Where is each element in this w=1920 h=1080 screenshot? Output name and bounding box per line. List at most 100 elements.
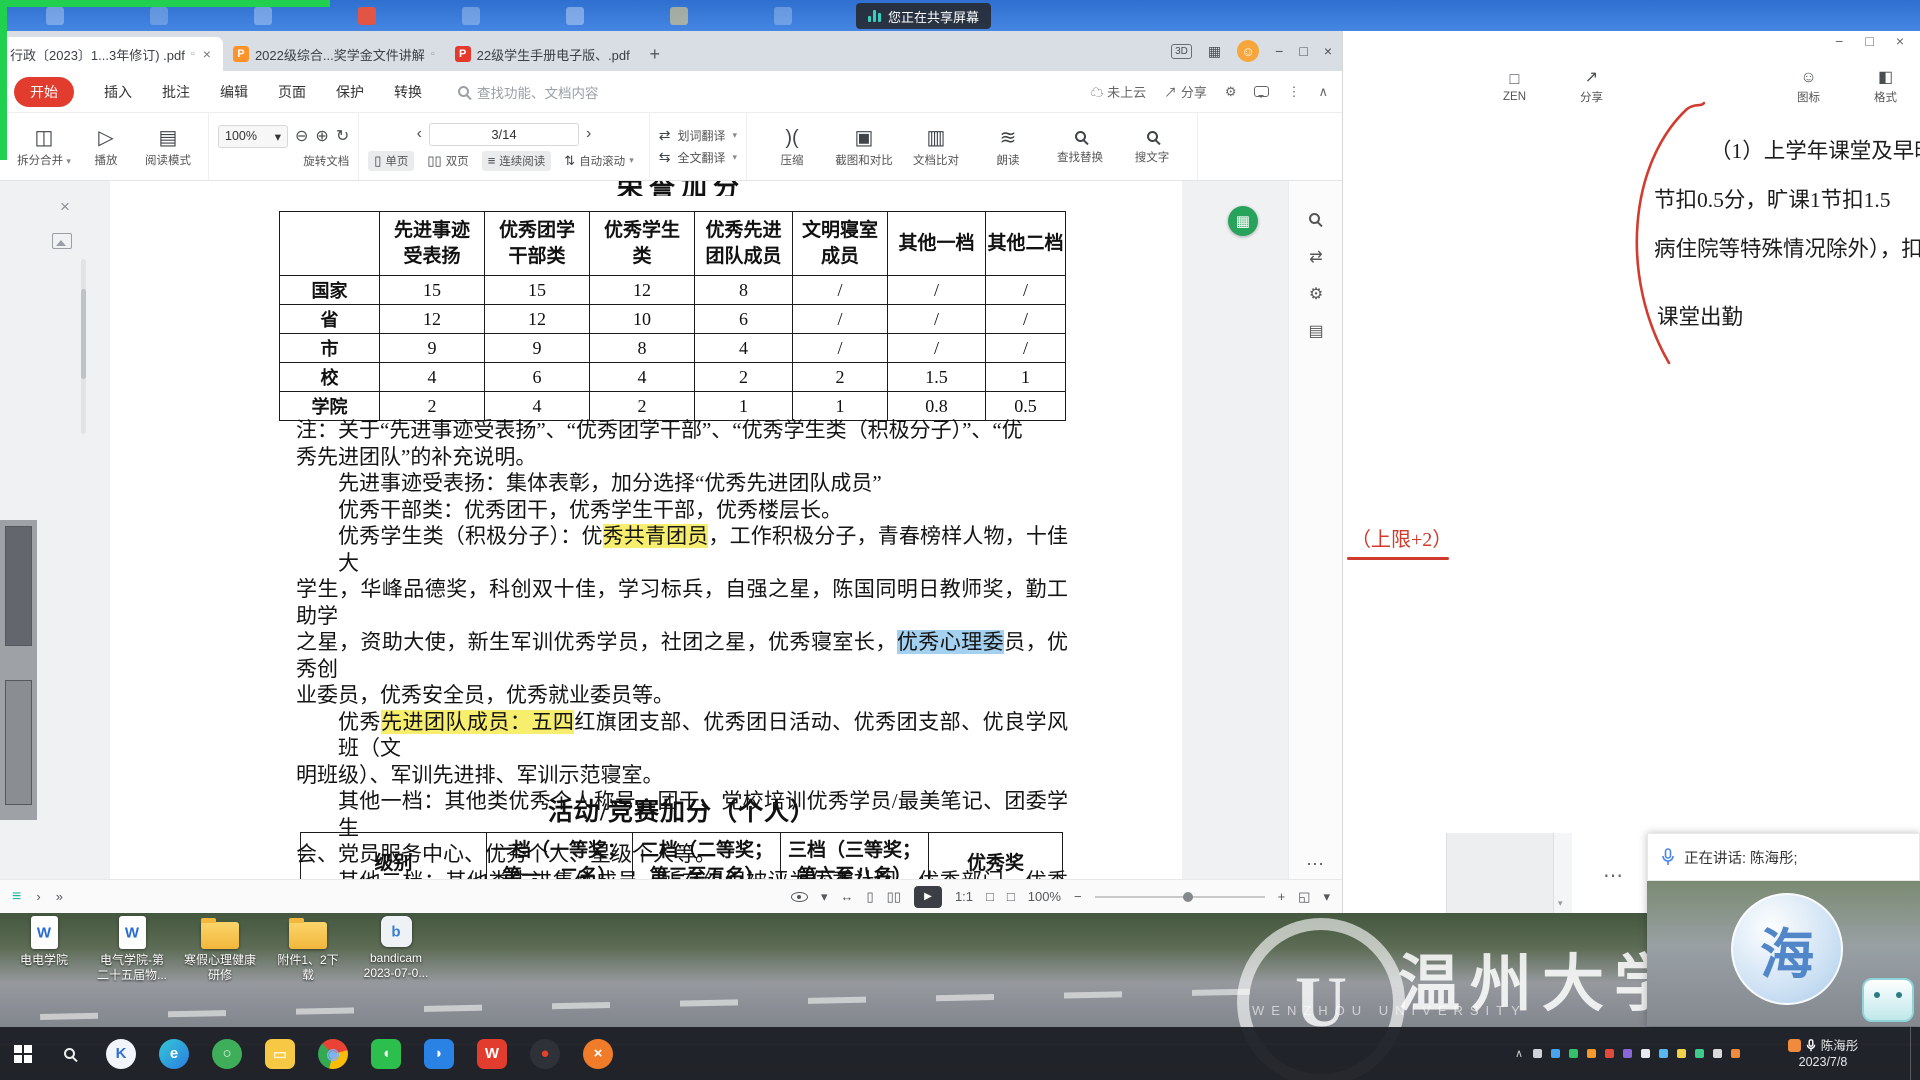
zoom-out-icon[interactable]: −	[1074, 889, 1082, 904]
collapse-ribbon-icon[interactable]: ∧	[1318, 84, 1328, 100]
tray-icon[interactable]	[1641, 1049, 1650, 1058]
prev-page-icon[interactable]: ‹	[417, 125, 422, 143]
double-page-icon[interactable]: ▯▯	[887, 889, 901, 905]
chevron-down-icon[interactable]: ▾	[821, 889, 828, 905]
show-desktop-button[interactable]	[1910, 1027, 1920, 1080]
find-replace-button[interactable]: 查找替换	[1044, 129, 1116, 165]
taskbar-app-green-browser[interactable]: ○	[212, 1039, 242, 1069]
tray-icon[interactable]	[1659, 1049, 1668, 1058]
rotate-label[interactable]: 旋转文档	[303, 153, 349, 169]
more-tools-icon[interactable]: ⋯	[1289, 854, 1342, 875]
doc-compare-button[interactable]: ▥ 文档比对	[900, 126, 972, 168]
menu-item[interactable]: 转换	[394, 82, 422, 102]
presentation-play-button[interactable]: ▶	[914, 886, 942, 908]
desktop-icon-bandicam[interactable]: b bandicam 2023-07-0...	[352, 916, 440, 1026]
fullscreen-icon[interactable]: ◱	[1298, 889, 1310, 905]
icon-button[interactable]: ☺ 图标	[1797, 68, 1820, 105]
double-page-mode[interactable]: ▯▯ 双页 ▾	[421, 151, 474, 171]
desktop-shortcut-icon[interactable]	[670, 7, 688, 25]
panel-scrollbar[interactable]	[81, 259, 86, 434]
desktop-shortcut-icon[interactable]	[358, 7, 376, 25]
document-tab[interactable]: P 2022级综合...奖学金文件讲解 ▫ ×	[223, 37, 445, 71]
image-panel-icon[interactable]	[52, 233, 72, 249]
split-merge-button[interactable]: ◫ 拆分合并 ▾	[13, 126, 75, 168]
chevron-down-icon[interactable]: ▾	[1323, 889, 1330, 905]
menu-item-home[interactable]: 开始	[14, 77, 74, 107]
compress-button[interactable]: )( 压缩	[756, 126, 828, 168]
tray-icon[interactable]	[1695, 1049, 1704, 1058]
taskbar-app-edge[interactable]: e	[159, 1039, 189, 1069]
close-icon[interactable]: ×	[1324, 43, 1332, 59]
minimize-icon[interactable]: −	[1835, 33, 1843, 49]
taskbar-app-wechat[interactable]: ◖	[371, 1039, 401, 1069]
zen-mode-button[interactable]: □ ZEN	[1503, 70, 1526, 103]
eye-icon[interactable]	[791, 892, 808, 902]
rotate-icon[interactable]: ↻	[336, 126, 349, 146]
desktop-icon-diandian-xueyu[interactable]: W 电电学院	[0, 916, 88, 1026]
annotate-icon[interactable]: ▤	[1289, 321, 1342, 341]
share-button[interactable]: ↗ 分享	[1164, 82, 1207, 101]
desktop-shortcut-icon[interactable]	[462, 7, 480, 25]
full-translate-button[interactable]: ⇆ 全文翻译 ▾	[659, 149, 737, 166]
maximize-icon[interactable]: □	[1865, 33, 1873, 49]
tray-icon[interactable]	[1605, 1049, 1614, 1058]
desktop-shortcut-icon[interactable]	[254, 7, 272, 25]
status-last-icon[interactable]: »	[56, 889, 63, 904]
menu-item[interactable]: 编辑	[220, 82, 248, 102]
tab-pin-icon[interactable]: ▫	[431, 48, 435, 60]
meeting-speaker-chip[interactable]: 陈海彤	[1758, 1038, 1888, 1054]
tray-icon[interactable]	[1569, 1049, 1578, 1058]
tray-icon[interactable]	[1731, 1049, 1740, 1058]
user-avatar[interactable]: ☺	[1237, 40, 1259, 62]
tray-expand-icon[interactable]: ∧	[1515, 1047, 1523, 1060]
desktop-icon-dianqi-xueyuan[interactable]: W 电气学院-第 二十五届物...	[88, 916, 176, 1026]
taskbar-app-file-explorer[interactable]: ▭	[265, 1039, 295, 1069]
single-page-icon[interactable]: ▯	[866, 889, 873, 905]
start-button[interactable]	[0, 1027, 46, 1080]
settings-gear-icon[interactable]: ⚙	[1225, 84, 1237, 100]
zoom-select[interactable]: 100%▾	[218, 125, 288, 148]
menu-item[interactable]: 页面	[278, 82, 306, 102]
status-next-icon[interactable]: ›	[36, 889, 40, 904]
tab-pin-icon[interactable]: ▫	[191, 48, 195, 60]
screenshot-compare-button[interactable]: ▣ 截图和对比	[828, 126, 900, 168]
single-page-mode[interactable]: ▯ 单页 ▾	[368, 151, 414, 171]
read-mode-button[interactable]: ▤ 阅读模式 ▾	[137, 126, 199, 168]
play-button[interactable]: ▷ 播放 ▾	[75, 126, 137, 168]
taskbar-app-k-browser[interactable]: K	[106, 1039, 136, 1069]
find-icon[interactable]	[1309, 213, 1320, 224]
tray-icon[interactable]	[1587, 1049, 1596, 1058]
3d-layout-icon[interactable]: 3D	[1171, 44, 1192, 59]
tab-grid-icon[interactable]: ▦	[1208, 43, 1221, 60]
thumbnail-panel[interactable]	[0, 520, 37, 820]
desktop-shortcut-icon[interactable]	[774, 7, 792, 25]
fit-width-icon[interactable]: ↔	[840, 889, 853, 904]
desktop-icon-hanjia-xinli[interactable]: 寒假心理健康 研修	[176, 916, 264, 1026]
zoom-in-icon[interactable]: +	[1278, 889, 1286, 904]
menu-item[interactable]: 保护	[336, 82, 364, 102]
zoom-in-icon[interactable]: ⊕	[315, 126, 328, 146]
next-page-icon[interactable]: ›	[586, 125, 591, 143]
document-tab[interactable]: 行政〔2023〕1...3年修订) .pdf ▫ ×	[0, 37, 223, 71]
zoom-level[interactable]: 100%	[1028, 889, 1061, 904]
table-tool-badge[interactable]: ▦	[1228, 206, 1258, 236]
auto-scroll-mode[interactable]: ⇅ 自动滚动 ▾	[558, 151, 639, 171]
read-aloud-button[interactable]: ≋ 朗读	[972, 126, 1044, 168]
taskbar-app-wps[interactable]: W	[477, 1039, 507, 1069]
translate-icon[interactable]: ⇄	[1289, 247, 1342, 267]
participant-video[interactable]: 海	[1647, 881, 1920, 1026]
tray-icon[interactable]	[1677, 1049, 1686, 1058]
desktop-icon-fujian-download[interactable]: 附件1、2下 载	[264, 916, 352, 1026]
zoom-slider[interactable]	[1095, 896, 1265, 898]
slider-knob[interactable]	[1183, 892, 1193, 902]
document-tab[interactable]: P 22级学生手册电子版、.pdf ▫ ×	[445, 37, 640, 71]
status-menu-icon[interactable]: ≡	[12, 888, 21, 906]
minimize-icon[interactable]: −	[1275, 43, 1283, 59]
clock-area[interactable]: 陈海彤 2023/7/8	[1758, 1038, 1888, 1070]
page-number-input[interactable]: 3/14	[429, 123, 579, 146]
more-tools-icon[interactable]: ⋯	[1579, 863, 1649, 888]
taskbar-app-chrome[interactable]: ◉	[318, 1039, 348, 1069]
fit-page-icon[interactable]: □	[986, 889, 994, 904]
zoom-out-icon[interactable]: ⊖	[295, 126, 308, 146]
menu-item[interactable]: 批注	[162, 82, 190, 102]
